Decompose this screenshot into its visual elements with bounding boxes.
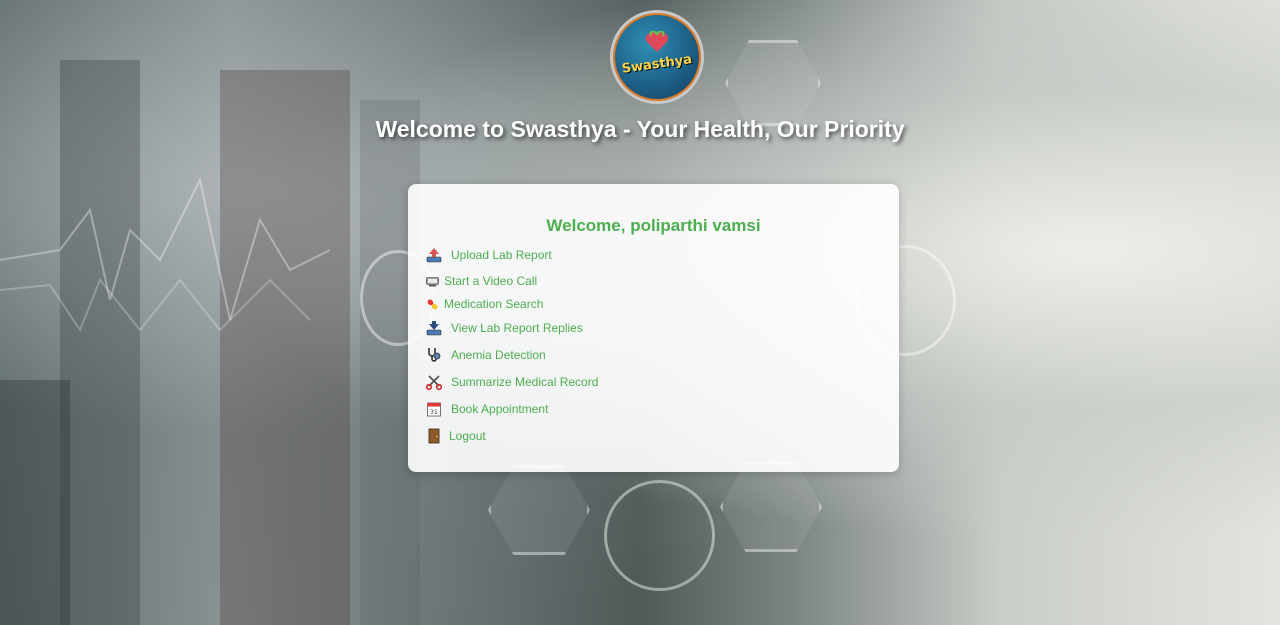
- anemia-detection-label: Anemia Detection: [451, 348, 546, 362]
- anemia-detection-link[interactable]: Anemia Detection: [426, 345, 546, 365]
- logout-label: Logout: [449, 429, 486, 443]
- book-appointment-label: Book Appointment: [451, 402, 549, 416]
- summarize-medical-record-link[interactable]: Summarize Medical Record: [425, 372, 599, 392]
- stethoscope-icon: [426, 347, 442, 363]
- start-video-call-link[interactable]: Start a Video Call: [426, 271, 537, 291]
- start-video-call-label: Start a Video Call: [444, 274, 538, 288]
- scissors-icon: [425, 374, 443, 391]
- logout-link[interactable]: Logout: [426, 426, 486, 446]
- view-lab-report-replies-link[interactable]: View Lab Report Replies: [426, 318, 583, 338]
- upload-lab-report-link[interactable]: Upload Lab Report: [426, 245, 552, 265]
- dashboard-card: Welcome, poliparthi vamsi Upload Lab Rep…: [408, 184, 899, 472]
- page-background: Swasthya Welcome to Swasthya - Your Heal…: [0, 0, 1280, 625]
- inbox-tray-icon: [426, 320, 442, 336]
- view-lab-report-replies-label: View Lab Report Replies: [451, 321, 583, 335]
- book-appointment-link[interactable]: 31 Book Appointment: [426, 399, 548, 419]
- medication-search-label: Medication Search: [444, 297, 544, 311]
- swasthya-logo: Swasthya: [610, 10, 704, 104]
- upload-icon: [426, 247, 442, 263]
- upload-lab-report-label: Upload Lab Report: [451, 248, 552, 262]
- video-call-icon: [426, 275, 439, 288]
- page-title: Welcome to Swasthya - Your Health, Our P…: [375, 116, 905, 142]
- svg-text:31: 31: [430, 409, 438, 416]
- door-icon: [426, 428, 442, 444]
- medication-search-link[interactable]: Medication Search: [426, 294, 543, 314]
- pill-icon: [426, 298, 439, 311]
- summarize-medical-record-label: Summarize Medical Record: [451, 375, 599, 389]
- welcome-heading: Welcome, poliparthi vamsi: [546, 216, 761, 235]
- heart-icon: [645, 31, 669, 52]
- calendar-icon: 31: [426, 401, 442, 417]
- logo-text: Swasthya: [620, 52, 693, 77]
